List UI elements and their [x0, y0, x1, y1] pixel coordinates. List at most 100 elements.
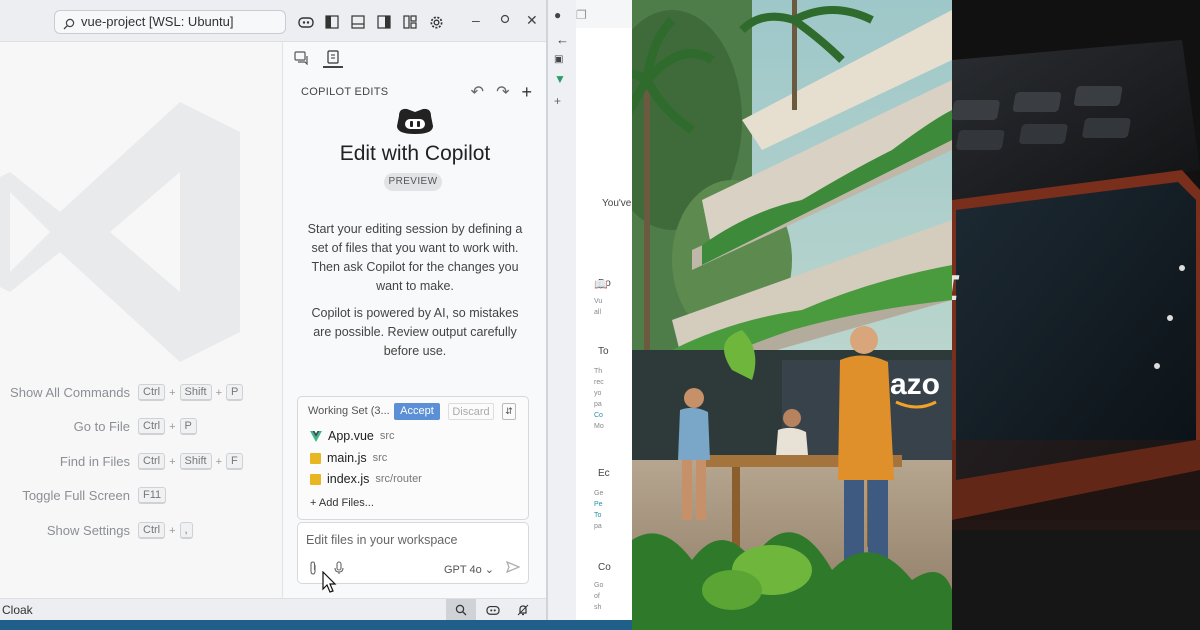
- layout-controls: [296, 12, 446, 32]
- faded-text: Vu all: [594, 298, 603, 316]
- warning-text: Copilot is powered by AI, so mistakes ar…: [299, 304, 531, 361]
- model-picker[interactable]: GPT 4o ⌄: [444, 563, 494, 576]
- text-fragment: Ec: [598, 468, 610, 479]
- illustration-panel: azo: [632, 0, 952, 630]
- working-set-file[interactable]: main.js src: [310, 449, 387, 467]
- copilot-icon[interactable]: [296, 12, 316, 32]
- tab-icon[interactable]: ❐: [576, 8, 587, 22]
- key: P: [179, 418, 197, 435]
- browser-window: ● ❐ ← ↻ ⓘ ▣ ▼ + You've Do To Ec Co Vuall…: [546, 0, 632, 630]
- shortcut-keys: Ctrl + Shift + F: [138, 453, 243, 470]
- shortcut-label: Show All Commands: [10, 385, 130, 400]
- toggle-panel-icon[interactable]: [348, 12, 368, 32]
- redo-icon[interactable]: ↷: [496, 82, 509, 103]
- back-icon[interactable]: ←: [556, 32, 569, 47]
- attach-icon[interactable]: [308, 561, 318, 578]
- shortcut-label: Go to File: [73, 419, 130, 434]
- editor-area: [0, 42, 282, 598]
- search-icon: [63, 15, 75, 37]
- copilot-edits-panel: COPILOT EDITS ↶ ↷ + Edit with Copilot PR…: [282, 42, 546, 598]
- tab-item-icon[interactable]: ▣: [554, 54, 563, 65]
- vscode-logo-watermark: [0, 102, 240, 362]
- shortcut-keys: F11: [138, 487, 167, 504]
- working-set-menu-icon[interactable]: ⇵: [502, 403, 516, 420]
- customize-layout-icon[interactable]: [400, 12, 420, 32]
- discard-button[interactable]: Discard: [448, 403, 494, 420]
- shortcut-toggle-full-screen[interactable]: Toggle Full Screen F11: [0, 485, 282, 507]
- text-fragment: Co: [598, 562, 611, 573]
- browser-sidebar: [548, 0, 576, 630]
- intro-line: want to make.: [376, 279, 454, 293]
- faded-text: Ge Pe To pa: [594, 490, 604, 530]
- chat-tab-icon[interactable]: [291, 48, 311, 68]
- toggle-primary-sidebar-icon[interactable]: [322, 12, 342, 32]
- working-set-file[interactable]: App.vue src: [310, 427, 395, 445]
- accept-button[interactable]: Accept: [394, 403, 440, 420]
- faded-text: Go of sh: [594, 582, 604, 611]
- key: P: [226, 384, 244, 401]
- panel-header: COPILOT EDITS: [301, 86, 389, 98]
- minimize-icon[interactable]: –: [472, 12, 480, 28]
- shortcut-show-settings[interactable]: Show Settings Ctrl + ,: [0, 520, 282, 542]
- key: Shift: [179, 384, 212, 401]
- status-bar: Cloak: [0, 598, 546, 621]
- key: Shift: [179, 453, 212, 470]
- panel-tabs: [291, 48, 343, 68]
- shortcut-keys: Ctrl + ,: [138, 522, 193, 539]
- edits-tab-icon[interactable]: [323, 48, 343, 68]
- text-fragment: You've: [602, 198, 632, 209]
- faded-text: Th rec yo pa Co Mo: [594, 368, 604, 430]
- status-text: Cloak: [2, 603, 33, 617]
- copilot-mascot-icon: [393, 106, 437, 141]
- working-set-file[interactable]: index.js src/router: [310, 470, 422, 488]
- input-placeholder: Edit files in your workspace: [306, 533, 458, 547]
- add-icon[interactable]: +: [521, 82, 532, 103]
- panel-title: Edit with Copilot: [339, 142, 491, 165]
- search-text: vue-project [WSL: Ubuntu]: [81, 14, 234, 29]
- file-name: App.vue: [328, 429, 374, 443]
- taskbar-strip: [0, 620, 632, 630]
- file-path: src: [379, 430, 395, 442]
- preview-badge: PREVIEW: [384, 173, 442, 191]
- key: F: [226, 453, 243, 470]
- file-name: main.js: [327, 451, 367, 465]
- shortcut-label: Show Settings: [46, 523, 130, 538]
- edit-input[interactable]: Edit files in your workspace GPT 4o ⌄: [297, 522, 529, 593]
- toggle-secondary-sidebar-icon[interactable]: [374, 12, 394, 32]
- vue-tab-icon[interactable]: ▼: [554, 72, 566, 86]
- notifications-icon[interactable]: [508, 599, 538, 621]
- file-name: index.js: [327, 472, 370, 486]
- undo-icon[interactable]: ↶: [471, 82, 484, 103]
- copilot-status-icon[interactable]: [478, 599, 508, 621]
- file-path: src: [372, 452, 388, 464]
- restore-icon[interactable]: [500, 11, 510, 27]
- close-icon[interactable]: ✕: [526, 12, 538, 29]
- gear-icon[interactable]: [426, 12, 446, 32]
- shortcut-label: Toggle Full Screen: [22, 488, 130, 503]
- phone-on-keyboard-photo: AI: [952, 0, 1200, 630]
- send-icon[interactable]: [505, 560, 521, 576]
- text-fragment: To: [598, 346, 609, 357]
- profile-icon[interactable]: ●: [554, 8, 561, 22]
- working-set-label: Working Set (3...: [308, 405, 390, 417]
- book-icon: 📖: [594, 279, 608, 291]
- command-center-search[interactable]: vue-project [WSL: Ubuntu]: [54, 10, 286, 34]
- key: Ctrl: [138, 418, 166, 435]
- key: Ctrl: [138, 384, 166, 401]
- intro-line: Start your editing session by defining a: [307, 222, 523, 236]
- key: F11: [138, 487, 167, 504]
- intro-line: set of files that you want to work with.: [311, 241, 519, 255]
- add-files-button[interactable]: + Add Files...: [310, 497, 374, 509]
- js-icon: [310, 473, 321, 485]
- warning-line: before use.: [383, 344, 447, 358]
- shortcut-go-to-file[interactable]: Go to File Ctrl + P: [0, 416, 282, 438]
- key: ,: [179, 522, 193, 539]
- file-path: src/router: [375, 473, 422, 485]
- new-tab-icon[interactable]: +: [554, 94, 561, 108]
- shortcut-show-all-commands[interactable]: Show All Commands Ctrl + Shift + P: [0, 382, 282, 404]
- shortcut-keys: Ctrl + P: [138, 418, 197, 435]
- shortcut-find-in-files[interactable]: Find in Files Ctrl + Shift + F: [0, 451, 282, 473]
- zoom-icon[interactable]: [446, 599, 476, 621]
- intro-text: Start your editing session by defining a…: [299, 220, 531, 296]
- screenshot-collage: vue-project [WSL: Ubuntu] – ✕ Show All C…: [0, 0, 1200, 630]
